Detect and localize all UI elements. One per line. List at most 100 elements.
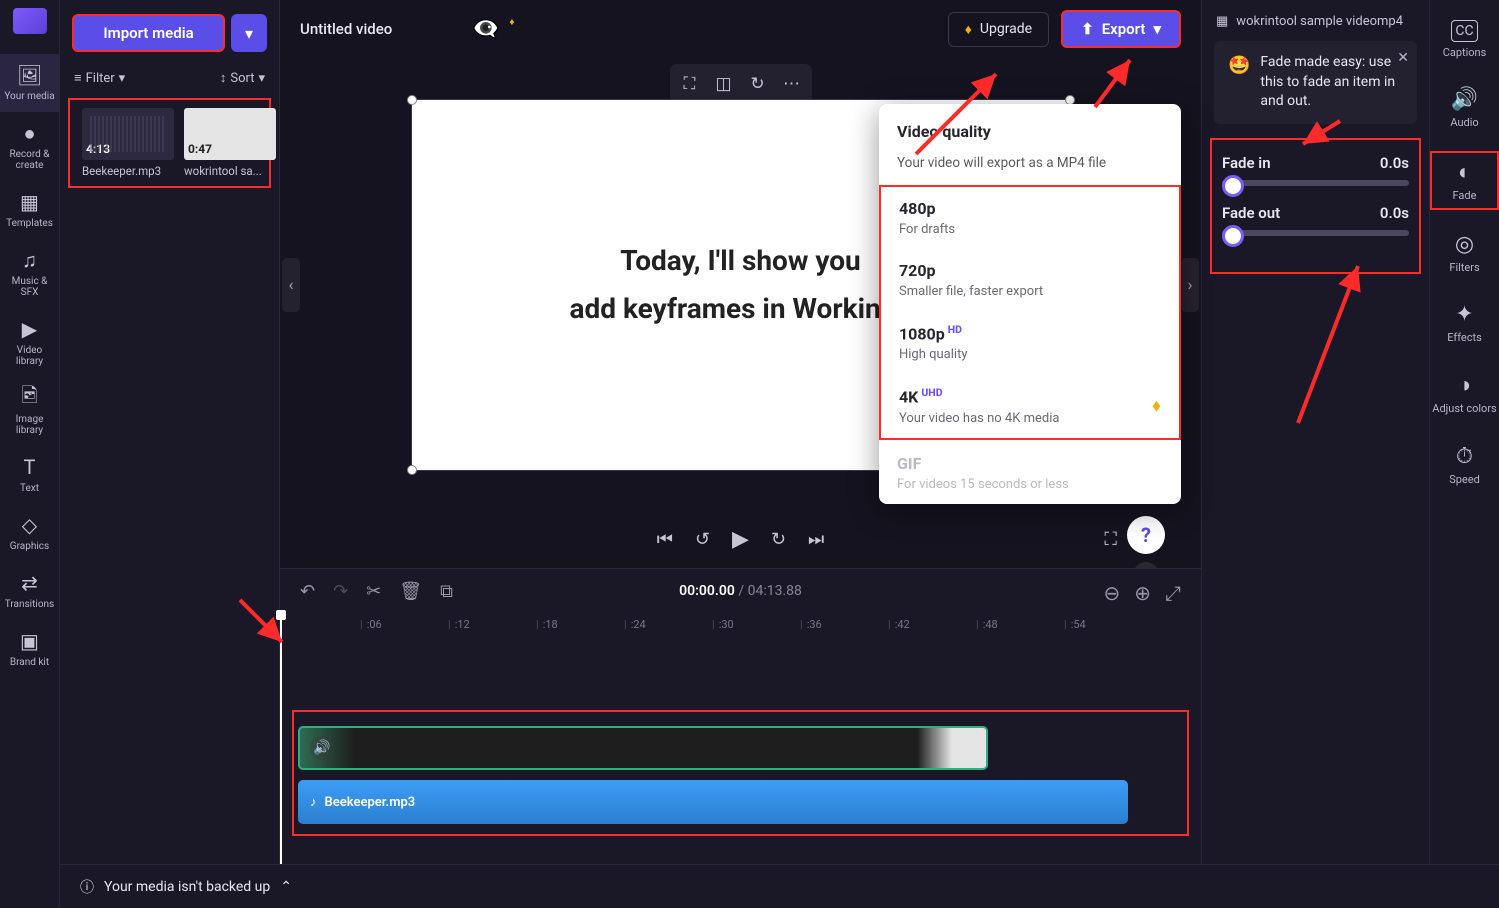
skip-back-icon[interactable]: ⏮ (657, 529, 673, 550)
rnav-adjust[interactable]: ◑ Adjust colors (1430, 366, 1499, 421)
media-thumb-video[interactable]: 0:47 wokrintool sa... (184, 108, 276, 178)
more-icon[interactable]: ⋯ (776, 68, 808, 100)
nav-your-media[interactable]: 🖼 Your media (0, 54, 59, 112)
audio-track-clip[interactable]: ♪ Beekeeper.mp3 (298, 780, 1128, 824)
zoom-out-icon[interactable]: ⊖ (1103, 581, 1120, 605)
resize-handle[interactable] (407, 95, 417, 105)
emoji-icon: 🤩 (1228, 53, 1250, 112)
close-tip-icon[interactable]: ✕ (1397, 49, 1409, 69)
ruler-tick: :24 (624, 618, 646, 631)
mute-icon[interactable]: 🔊 (310, 736, 334, 760)
app-logo[interactable] (13, 8, 47, 34)
rnav-filters[interactable]: ◎ Filters (1430, 226, 1499, 280)
playback-controls: ⏮ ↺ ▶ ↻ ⏭ ⛶ ? ⌄ (280, 511, 1201, 568)
media-panel: Import media ▾ ≡Filter▾ ↕Sort▾ 4:13 Beek… (60, 0, 280, 908)
video-lib-icon: ▶ (19, 318, 41, 340)
cc-disabled-icon[interactable]: 👁‍🗨 (472, 17, 499, 42)
rnav-audio[interactable]: 🔊 Audio (1430, 81, 1499, 135)
nav-video-lib[interactable]: ▶ Video library (0, 308, 59, 377)
forward-icon[interactable]: ↻ (771, 529, 786, 550)
quality-720p[interactable]: 720p Smaller file, faster export (881, 249, 1179, 311)
delete-icon[interactable]: 🗑 (399, 581, 422, 602)
templates-icon: ▦ (19, 191, 41, 213)
premium-icon: ♦ (1152, 395, 1161, 416)
help-button[interactable]: ? (1127, 516, 1165, 554)
timeline-ruler[interactable]: :06:12:18:24:30:36:42:48:54 (280, 618, 1201, 646)
chevron-up-icon[interactable]: ⌃ (280, 879, 292, 895)
undo-icon[interactable]: ↶ (300, 581, 315, 602)
rnav-speed[interactable]: ⏱ Speed (1430, 438, 1499, 492)
timeline-zoom: ⊖ ⊕ ⤢ (1103, 581, 1181, 605)
fade-controls: Fade in0.0s Fade out0.0s (1210, 138, 1421, 274)
filter-icon: ≡ (74, 70, 82, 86)
upgrade-button[interactable]: ♦ Upgrade (948, 12, 1049, 47)
nav-graphics[interactable]: ◇ Graphics (0, 504, 59, 562)
import-media-button[interactable]: Import media (72, 14, 225, 52)
fade-tip: 🤩 Fade made easy: use this to fade an it… (1214, 41, 1417, 124)
fade-in-slider[interactable] (1222, 180, 1409, 186)
zoom-in-icon[interactable]: ⊕ (1134, 581, 1151, 605)
project-title-input[interactable] (300, 20, 460, 38)
crop-icon[interactable]: ◫ (708, 68, 740, 100)
nav-music[interactable]: ♫ Music & SFX (0, 239, 59, 308)
video-track-clip[interactable]: 🔊 (298, 726, 988, 770)
graphics-icon: ◇ (19, 514, 41, 536)
popup-title: Video quality (897, 122, 1163, 141)
resize-handle[interactable] (1065, 95, 1075, 105)
record-icon: ● (19, 122, 41, 144)
duplicate-icon[interactable]: ⧉ (440, 581, 453, 602)
ruler-tick: :36 (800, 618, 822, 631)
collapse-right-button[interactable]: › (1181, 258, 1199, 312)
ruler-tick: :54 (1064, 618, 1086, 631)
quality-gif: GIF For videos 15 seconds or less (879, 442, 1181, 504)
sort-button[interactable]: ↕Sort▾ (220, 70, 265, 86)
nav-text[interactable]: T Text (0, 446, 59, 504)
music-icon: ♫ (19, 249, 41, 271)
fade-properties-panel: ▦ wokrintool sample videomp4 🤩 Fade made… (1201, 0, 1429, 908)
fade-icon: ◐ (1458, 159, 1471, 185)
fullscreen-icon[interactable]: ⛶ (1104, 529, 1117, 550)
rnav-captions[interactable]: CC Captions (1430, 14, 1499, 65)
brand-kit-icon: ▣ (19, 630, 41, 652)
top-bar: 👁‍🗨 ♦ ♦ Upgrade ⬆ Export ▾ (280, 0, 1201, 58)
skip-forward-icon[interactable]: ⏭ (808, 529, 824, 550)
rewind-icon[interactable]: ↺ (695, 529, 710, 550)
selected-item-header: ▦ wokrintool sample videomp4 (1202, 14, 1429, 41)
video-icon: ▦ (1216, 14, 1228, 29)
thumb-preview: 4:13 (82, 108, 174, 160)
filter-button[interactable]: ≡Filter▾ (74, 70, 125, 86)
resize-handle[interactable] (407, 465, 417, 475)
rnav-effects[interactable]: ✦ Effects (1430, 296, 1499, 350)
ruler-tick: :06 (360, 618, 382, 631)
split-icon[interactable]: ✂ (366, 581, 381, 602)
export-button[interactable]: ⬆ Export ▾ (1061, 10, 1181, 48)
nav-brand-kit[interactable]: ▣ Brand kit (0, 620, 59, 678)
diamond-icon: ♦ (965, 21, 972, 38)
quality-4k[interactable]: 4KUHD Your video has no 4K media ♦ (881, 374, 1179, 437)
export-quality-popup: Video quality Your video will export as … (879, 104, 1181, 504)
nav-image-lib[interactable]: 🖻 Image library (0, 377, 59, 446)
fade-out-slider[interactable] (1222, 230, 1409, 236)
fit-icon[interactable]: ⛶ (674, 68, 706, 100)
quality-480p[interactable]: 480p For drafts (881, 187, 1179, 249)
play-icon[interactable]: ▶ (732, 527, 749, 552)
ruler-tick: :42 (888, 618, 910, 631)
nav-templates[interactable]: ▦ Templates (0, 181, 59, 239)
rnav-fade[interactable]: ◐ Fade (1430, 151, 1499, 210)
quality-1080p[interactable]: 1080pHD High quality (881, 311, 1179, 374)
media-thumb-audio[interactable]: 4:13 Beekeeper.mp3 (82, 108, 174, 178)
import-dropdown-button[interactable]: ▾ (231, 14, 267, 52)
collapse-left-button[interactable]: ‹ (282, 258, 300, 312)
music-note-icon: ♪ (310, 794, 317, 810)
zoom-fit-icon[interactable]: ⤢ (1165, 581, 1181, 605)
timeline: ↶ ↷ ✂ 🗑 ⧉ 00:00.00 / 04:13.88 ⊖ ⊕ ⤢ :06:… (280, 568, 1201, 908)
redo-icon[interactable]: ↷ (333, 581, 348, 602)
playhead[interactable] (280, 616, 282, 906)
adjust-colors-icon: ◑ (1458, 372, 1471, 398)
left-sidebar: 🖼 Your media ● Record & create ▦ Templat… (0, 0, 60, 908)
nav-transitions[interactable]: ⇄ Transitions (0, 562, 59, 620)
media-thumbnails: 4:13 Beekeeper.mp3 0:47 wokrintool sa... (68, 98, 271, 188)
nav-record[interactable]: ● Record & create (0, 112, 59, 181)
rotate-icon[interactable]: ↻ (742, 68, 774, 100)
audio-icon: 🔊 (1451, 87, 1478, 112)
